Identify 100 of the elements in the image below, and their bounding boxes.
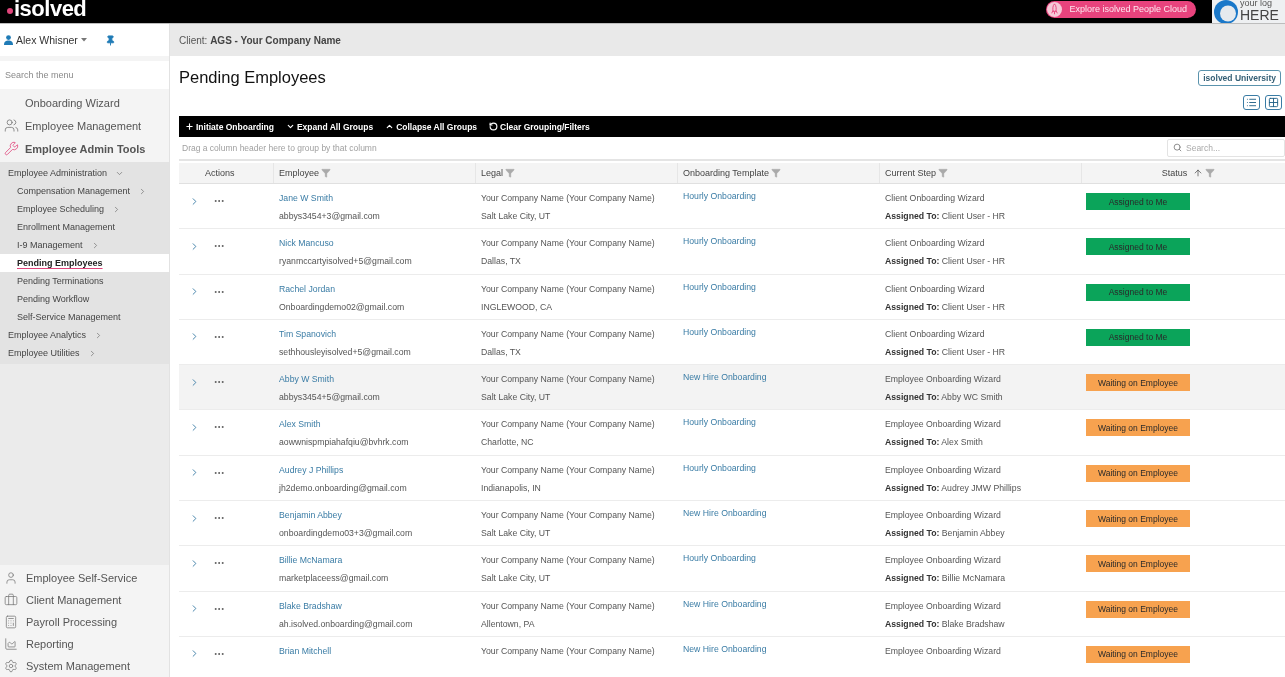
employee-email: abbys3454+3@gmail.com — [279, 210, 380, 223]
employee-link[interactable]: Benjamin Abbey — [279, 506, 342, 525]
menu-item[interactable]: Compensation Management — [0, 182, 169, 200]
employee-link[interactable]: Abby W Smith — [279, 370, 335, 389]
status-badge: Assigned to Me — [1086, 193, 1190, 210]
toolbar-button[interactable]: Expand All Groups — [285, 121, 374, 132]
user-menu-button[interactable]: Alex Whisner — [4, 34, 87, 46]
employee-link[interactable]: Alex Smith — [279, 415, 321, 434]
location-text: Dallas, TX — [481, 255, 521, 269]
column-header[interactable]: Status — [1082, 163, 1285, 183]
column-header[interactable]: Current Step — [880, 163, 1082, 183]
toolbar-button[interactable]: Initiate Onboarding — [185, 121, 274, 132]
pin-button[interactable] — [104, 34, 116, 46]
employee-link[interactable]: Tim Spanovich — [279, 324, 337, 343]
menu-item[interactable]: Employee Administration — [0, 164, 169, 182]
location-text: Allentown, PA — [481, 617, 535, 631]
menu-item[interactable]: Pending Employees — [0, 254, 169, 272]
step-text: Client Onboarding Wizard — [885, 237, 985, 251]
assigned-to-text: Assigned To: Alex Smith — [885, 436, 983, 450]
assigned-to-text: Assigned To: Client User - HR — [885, 210, 1006, 223]
step-text: Client Onboarding Wizard — [885, 327, 985, 341]
employee-email: Onboardingdemo02@gmail.com — [279, 300, 405, 314]
dot-icon — [7, 7, 13, 14]
column-header[interactable]: Onboarding Template — [678, 163, 880, 183]
template-link[interactable]: New Hire Onboarding — [683, 504, 767, 523]
employee-email: ryanmccartyisolved+5@gmail.com — [279, 255, 412, 269]
assigned-to-text: Assigned To: Billie McNamara — [885, 572, 1006, 586]
column-header[interactable]: Legal — [476, 163, 678, 183]
location-text: Dallas, TX — [481, 345, 521, 359]
menu-item[interactable]: Employee Self-Service — [0, 567, 169, 589]
pin-icon — [104, 34, 116, 46]
template-link[interactable]: Hourly Onboarding — [683, 277, 756, 296]
assigned-to-text: Assigned To: Client User - HR — [885, 345, 1006, 359]
company-name: Your Company Name (Your Company Name) — [481, 554, 655, 568]
company-name: Your Company Name (Your Company Name) — [481, 509, 655, 523]
person-icon — [4, 571, 18, 585]
company-name: Your Company Name (Your Company Name) — [481, 599, 655, 613]
menu-item[interactable]: Client Management — [0, 589, 169, 611]
employee-link[interactable]: Nick Mancuso — [279, 234, 334, 253]
list-view-button[interactable] — [1243, 95, 1260, 110]
employee-email: jh2demo.onboarding@gmail.com — [279, 481, 407, 495]
page-title: Pending Employees — [179, 68, 326, 87]
template-link[interactable]: Hourly Onboarding — [683, 458, 756, 477]
employee-link[interactable]: Brian Mitchell — [279, 641, 332, 660]
status-badge: Waiting on Employee — [1086, 464, 1190, 482]
search-field[interactable]: Search... — [1167, 139, 1285, 157]
step-text: Employee Onboarding Wizard — [885, 418, 1001, 432]
user-icon — [4, 35, 13, 45]
rocket-icon — [1047, 1, 1063, 17]
menu-item[interactable]: Employee Scheduling — [0, 200, 169, 218]
assigned-to-text: Assigned To: Abby WC Smith — [885, 391, 1003, 405]
menu-item[interactable]: System Management — [0, 655, 169, 677]
menu-item[interactable]: Payroll Processing — [0, 611, 169, 633]
undo-icon — [489, 122, 499, 131]
menu-item[interactable]: Pending Terminations — [0, 272, 169, 290]
company-name: Your Company Name (Your Company Name) — [481, 282, 655, 296]
employee-link[interactable]: Rachel Jordan — [279, 279, 336, 298]
menu-search-field[interactable]: Search the menu — [0, 61, 169, 89]
employee-link[interactable]: Billie McNamara — [279, 551, 343, 570]
menu-item[interactable]: Employee Analytics — [0, 326, 169, 344]
template-link[interactable]: Hourly Onboarding — [683, 187, 756, 205]
template-link[interactable]: Hourly Onboarding — [683, 232, 756, 251]
client-header: Client: AGS - Your Company Name — [170, 24, 1285, 56]
menu-item[interactable]: Reporting — [0, 633, 169, 655]
assigned-to-text: Assigned To: Audrey JMW Phillips — [885, 481, 1021, 495]
template-link[interactable]: Hourly Onboarding — [683, 322, 756, 341]
column-header[interactable]: Employee — [274, 163, 476, 183]
chevron-down-icon — [285, 122, 295, 131]
logo-caption: your log — [1240, 0, 1274, 8]
template-link[interactable]: New Hire Onboarding — [683, 639, 767, 658]
template-link[interactable]: New Hire Onboarding — [683, 594, 767, 613]
column-header[interactable]: Actions — [179, 163, 274, 183]
step-text: Employee Onboarding Wizard — [885, 599, 1001, 613]
menu-item[interactable]: Onboarding Wizard — [0, 91, 169, 114]
status-badge: Assigned to Me — [1086, 238, 1190, 256]
menu-item[interactable]: Pending Workflow — [0, 290, 169, 308]
menu-item[interactable]: Employee Utilities — [0, 344, 169, 362]
university-button[interactable]: isolved University — [1198, 69, 1281, 86]
menu-item[interactable]: Employee Admin Tools — [0, 137, 169, 160]
menu-item[interactable]: I-9 Management — [0, 236, 169, 254]
template-link[interactable]: New Hire Onboarding — [683, 368, 767, 387]
menu-item[interactable]: Self-Service Management — [0, 308, 169, 326]
template-link[interactable]: Hourly Onboarding — [683, 413, 756, 432]
step-text: Employee Onboarding Wizard — [885, 463, 1001, 477]
toolbar-button[interactable]: Collapse All Groups — [385, 121, 478, 132]
toolbar-button[interactable]: Clear Grouping/Filters — [489, 121, 590, 132]
employee-link[interactable]: Audrey J Phillips — [279, 460, 344, 479]
chart-icon — [4, 637, 18, 651]
plus-icon — [185, 122, 194, 131]
employee-link[interactable]: Jane W Smith — [279, 189, 334, 207]
status-badge: Waiting on Employee — [1086, 419, 1190, 437]
people-icon — [4, 118, 19, 133]
company-name: Your Company Name (Your Company Name) — [481, 463, 655, 477]
employee-link[interactable]: Blake Bradshaw — [279, 596, 342, 615]
menu-item[interactable]: Enrollment Management — [0, 218, 169, 236]
step-text: Employee Onboarding Wizard — [885, 554, 1001, 568]
menu-item[interactable]: Employee Management — [0, 114, 169, 137]
template-link[interactable]: Hourly Onboarding — [683, 549, 756, 568]
grid-view-button[interactable] — [1265, 95, 1282, 110]
settings-icon — [4, 659, 18, 673]
